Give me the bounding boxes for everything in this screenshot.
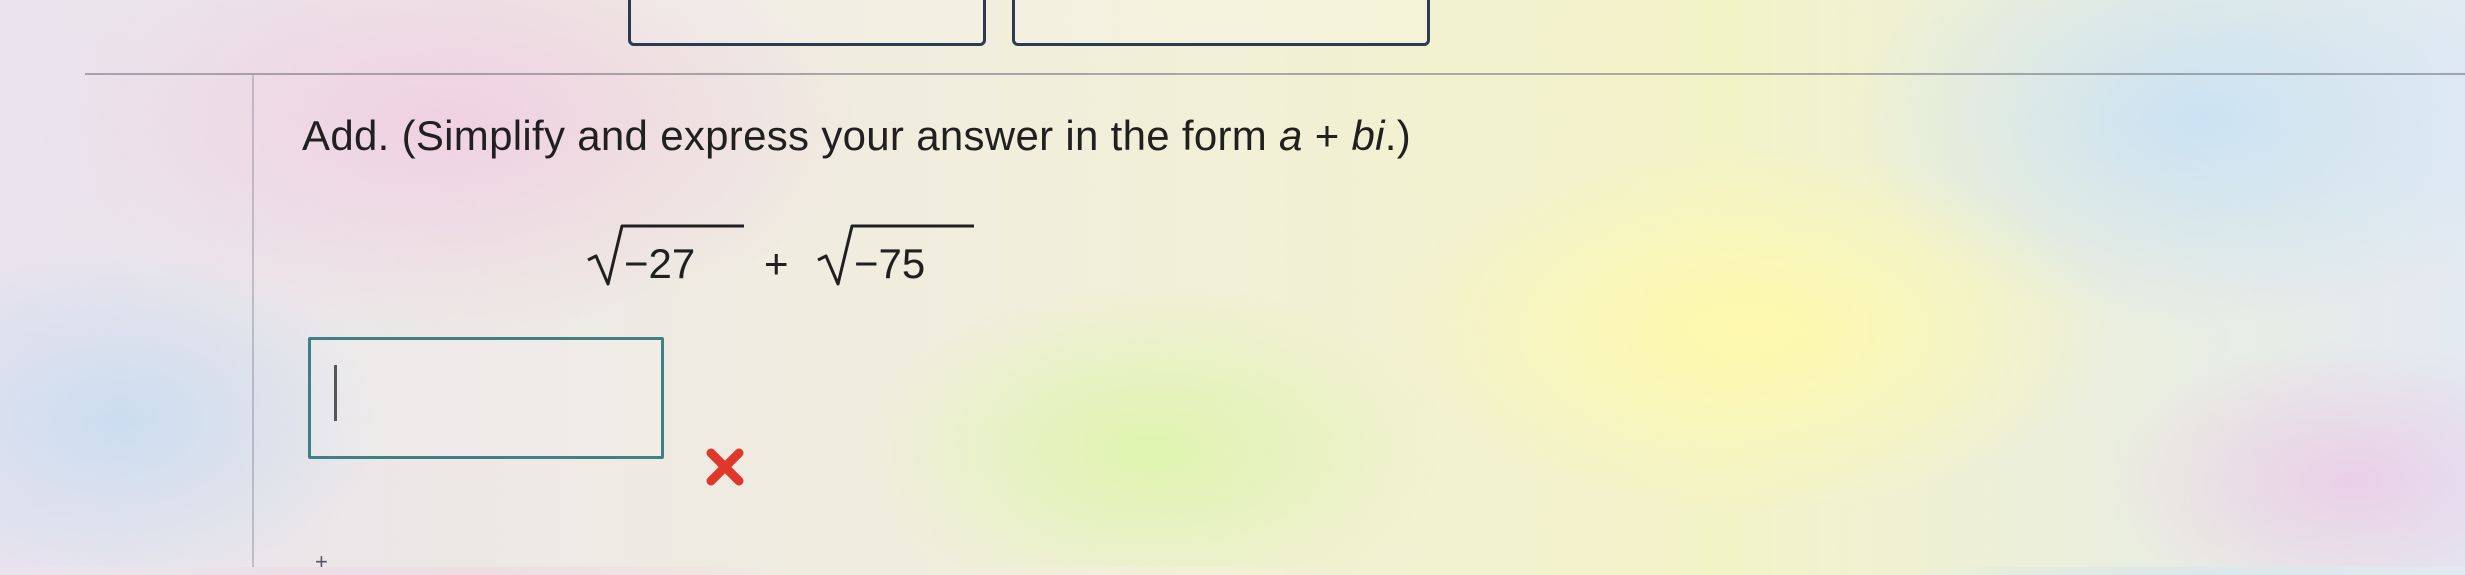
question-prefix: Add. (Simplify and express your answer i… [302,112,1280,159]
radicand-1: −27 [624,240,696,287]
question-prompt: Add. (Simplify and express your answer i… [302,112,1411,160]
left-panel-divider [252,75,254,567]
plus-marker-icon: + [315,549,328,574]
radicand-2: −75 [854,240,926,287]
top-button-right[interactable] [1012,0,1430,46]
answer-input[interactable] [308,337,664,459]
question-plus: + [1302,112,1352,159]
text-cursor [334,365,337,421]
header-divider [85,73,2465,75]
top-button-left[interactable] [628,0,986,46]
incorrect-x-icon [706,448,744,486]
plus-operator: + [764,240,789,287]
question-suffix: .) [1384,112,1412,159]
question-var-a: a [1279,112,1303,159]
question-var-bi: bi [1351,112,1385,159]
